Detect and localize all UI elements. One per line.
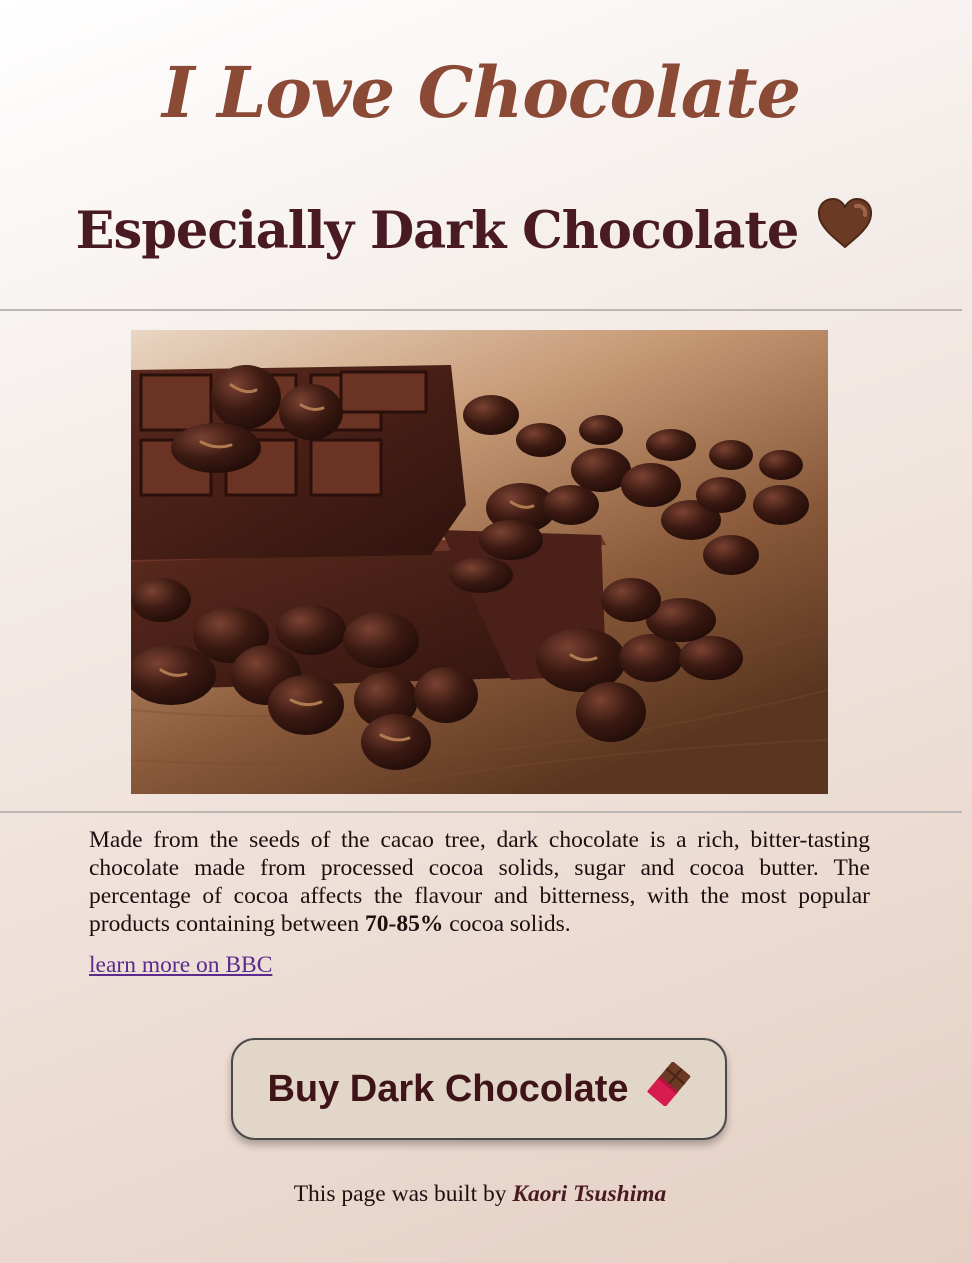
page-subtitle: Especially Dark Chocolate bbox=[0, 197, 950, 269]
bottom-divider bbox=[0, 811, 962, 813]
footer-prefix: This page was built by bbox=[293, 1181, 513, 1207]
dark-chocolate-photo bbox=[131, 330, 828, 794]
footer-credit: This page was built by Kaori Tsushima bbox=[0, 1178, 960, 1210]
brown-heart-icon bbox=[816, 197, 874, 265]
learn-more-link[interactable]: learn more on BBC bbox=[89, 950, 272, 980]
top-divider bbox=[0, 309, 962, 311]
author-name: Kaori Tsushima bbox=[512, 1181, 667, 1207]
buy-button-label: Buy Dark Chocolate bbox=[267, 1067, 629, 1110]
subtitle-text: Especially Dark Chocolate bbox=[75, 201, 800, 261]
description-text-end: cocoa solids. bbox=[443, 911, 571, 937]
buy-dark-chocolate-button[interactable]: Buy Dark Chocolate bbox=[231, 1038, 727, 1140]
chocolate-bar-icon bbox=[646, 1061, 691, 1116]
cocoa-percentage: 70-85% bbox=[365, 911, 444, 937]
description-paragraph: Made from the seeds of the cacao tree, d… bbox=[89, 826, 870, 938]
page-title: I Love Chocolate bbox=[161, 51, 801, 134]
